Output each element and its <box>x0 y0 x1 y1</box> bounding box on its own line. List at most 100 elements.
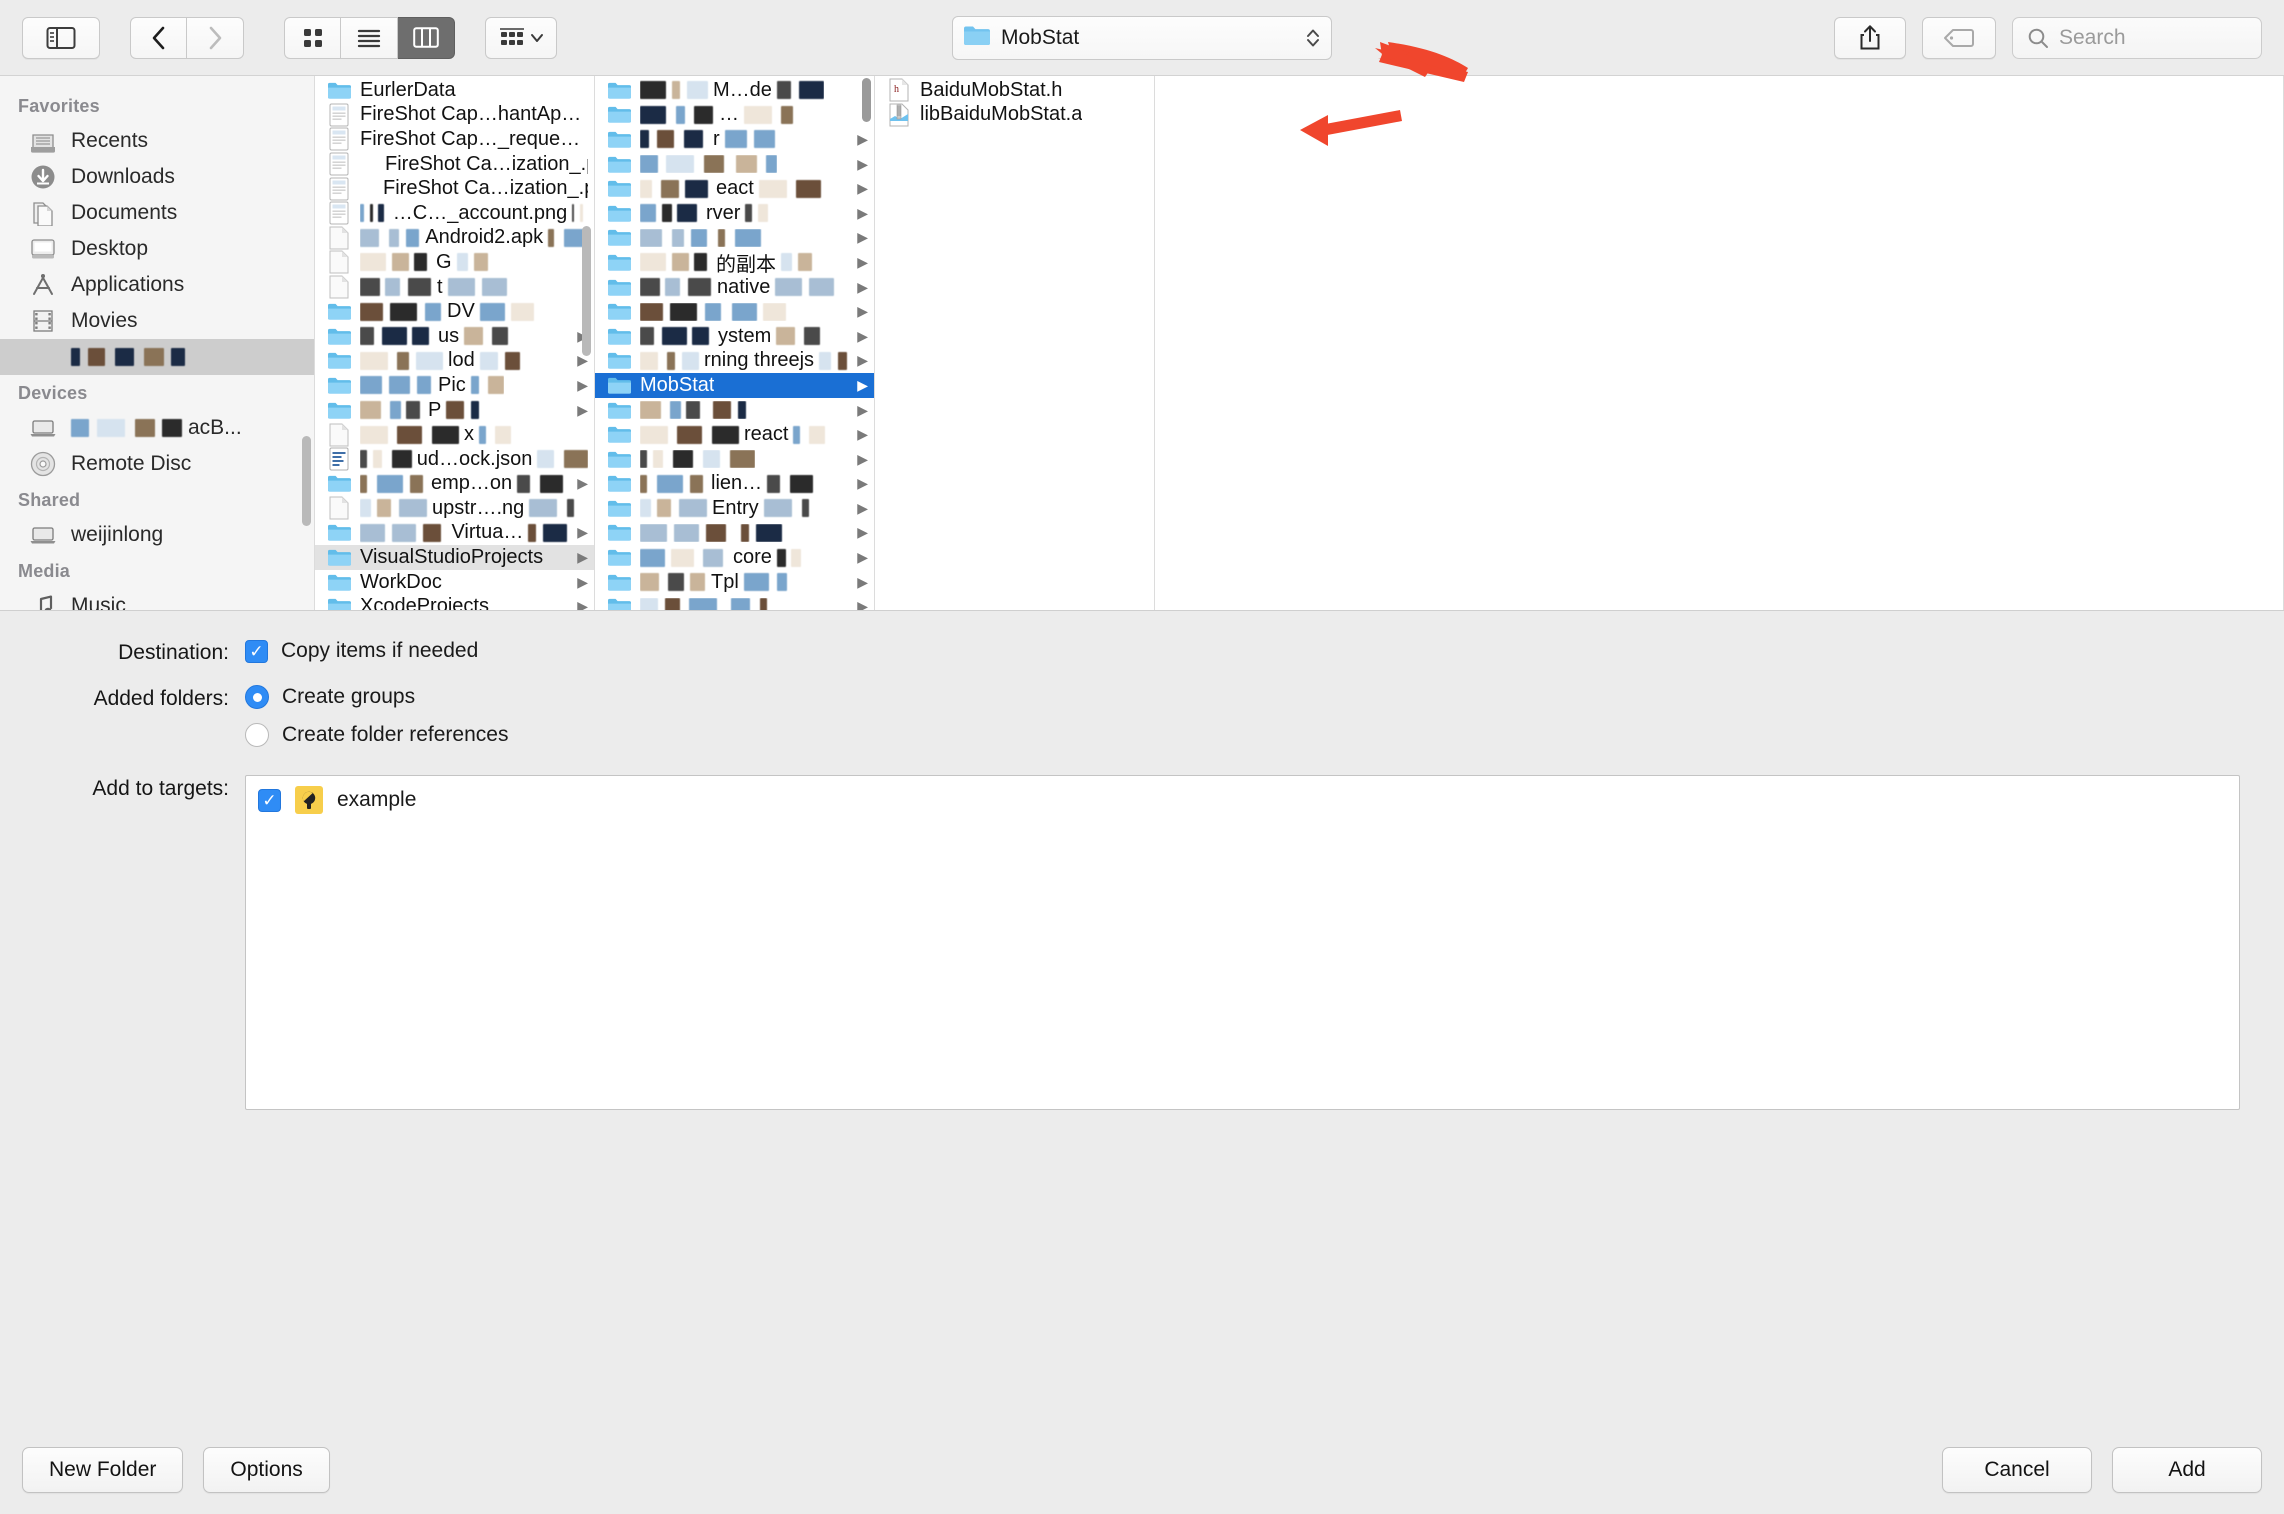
image-file-icon <box>327 127 351 151</box>
forward-button[interactable] <box>187 16 244 59</box>
browser-column-4[interactable] <box>1155 76 2284 610</box>
icon-view-button[interactable] <box>284 16 341 59</box>
col1-row-us[interactable]: us ▶ <box>315 324 594 349</box>
col1-row-fireshot-ca-ization-png[interactable]: FireShot Ca…ization_.png <box>315 176 594 201</box>
col1-row-c-account-png[interactable]: …C…_account.png <box>315 201 594 226</box>
col1-row-xcodeprojects[interactable]: XcodeProjects ▶ <box>315 594 594 610</box>
col1-row-fireshot-cap-hantapp-png[interactable]: FireShot Cap…hantApp.png <box>315 103 594 128</box>
col2-row-item[interactable]: ▶ <box>595 521 874 546</box>
col2-row-react[interactable]: react ▶ <box>595 422 874 447</box>
sidebar-item-acb[interactable]: acB... <box>0 410 314 446</box>
col1-row-lod[interactable]: lod ▶ <box>315 349 594 374</box>
col2-row-rver[interactable]: rver ▶ <box>595 201 874 226</box>
sidebar-item-recents[interactable]: Recents <box>0 123 314 159</box>
col2-row-item[interactable]: ▶ <box>595 299 874 324</box>
create-folder-references-radio[interactable] <box>245 723 269 747</box>
back-button[interactable] <box>130 16 187 59</box>
create-groups-radio[interactable] <box>245 685 269 709</box>
browser-column-2[interactable]: M…de … r ▶ ▶ eact ▶ rver ▶ ▶ 的副本 ▶ nativ… <box>595 76 875 610</box>
options-button[interactable]: Options <box>203 1447 330 1493</box>
col2-row-mobstat[interactable]: MobStat ▶ <box>595 373 874 398</box>
target-row[interactable]: ✓ example <box>258 786 2227 814</box>
col1-row-android2-apk[interactable]: Android2.apk <box>315 226 594 251</box>
col1-row-virtua[interactable]: Virtua… ▶ <box>315 521 594 546</box>
sidebar-item-item[interactable] <box>0 339 314 375</box>
sidebar-item-weijinlong[interactable]: weijinlong <box>0 517 314 553</box>
col2-row-item[interactable]: ▶ <box>595 594 874 610</box>
col3-row-libbaidumobstat-a[interactable]: libBaiduMobStat.a <box>875 103 1154 128</box>
col2-row-rning-threejs[interactable]: rning threejs ▶ <box>595 349 874 374</box>
copy-items-checkbox[interactable]: ✓ <box>245 639 268 663</box>
target-checkbox[interactable]: ✓ <box>258 788 281 812</box>
col2-row-item[interactable]: ▶ <box>595 398 874 423</box>
folder-icon <box>607 523 631 542</box>
folder-icon <box>607 179 631 198</box>
sidebar-item-applications[interactable]: Applications <box>0 267 314 303</box>
tag-button[interactable] <box>1922 16 1996 59</box>
redacted-label: Entry <box>640 497 812 520</box>
targets-list[interactable]: ✓ example <box>245 775 2240 1110</box>
col2-row-m-de[interactable]: M…de <box>595 78 874 103</box>
column2-scrollbar[interactable] <box>862 78 871 122</box>
col3-row-baidumobstat-h[interactable]: h BaiduMobStat.h <box>875 78 1154 103</box>
col2-row-的副本[interactable]: 的副本 ▶ <box>595 250 874 276</box>
create-groups-radio-row[interactable]: Create groups <box>245 685 508 709</box>
col1-row-t[interactable]: t <box>315 275 594 300</box>
col2-row-r[interactable]: r ▶ <box>595 127 874 152</box>
copy-items-checkbox-row[interactable]: ✓ Copy items if needed <box>245 639 478 663</box>
col1-row-ud-ock-json[interactable]: ud…ock.json <box>315 447 594 472</box>
col2-row-core[interactable]: core ▶ <box>595 545 874 570</box>
column1-scrollbar[interactable] <box>582 226 591 356</box>
col2-row-ystem[interactable]: ystem ▶ <box>595 324 874 349</box>
col2-row-row-1[interactable]: … <box>595 103 874 128</box>
arrange-button[interactable] <box>485 16 557 59</box>
browser-column-3[interactable]: h BaiduMobStat.h libBaiduMobStat.a <box>875 76 1155 610</box>
share-button[interactable] <box>1834 16 1906 59</box>
add-button[interactable]: Add <box>2112 1447 2262 1493</box>
redacted-label: r <box>640 128 777 151</box>
col1-row-visualstudioprojects[interactable]: VisualStudioProjects ▶ <box>315 545 594 570</box>
folder-icon <box>607 81 631 100</box>
new-folder-button[interactable]: New Folder <box>22 1447 184 1493</box>
sidebar-item-downloads[interactable]: Downloads <box>0 159 314 195</box>
col1-row-fireshot-ca-ization-png[interactable]: FireShot Ca…ization_.png <box>315 152 594 177</box>
target-name: example <box>337 788 417 811</box>
folder-icon <box>327 523 351 542</box>
sidebar-item-music[interactable]: Music <box>0 588 314 610</box>
path-popup-button[interactable]: MobStat <box>952 15 1332 60</box>
sidebar-item-movies[interactable]: Movies <box>0 303 314 339</box>
col1-row-dv[interactable]: DV <box>315 299 594 324</box>
col1-row-emp-on[interactable]: emp…on ▶ <box>315 472 594 497</box>
sidebar-scrollbar[interactable] <box>302 436 311 526</box>
column-view-button[interactable] <box>398 16 455 59</box>
col1-row-g[interactable]: G <box>315 250 594 275</box>
folder-icon <box>327 597 351 610</box>
redacted-label <box>640 302 790 321</box>
col2-row-item[interactable]: ▶ <box>595 447 874 472</box>
search-input[interactable]: Search <box>2012 16 2262 59</box>
col2-row-lien[interactable]: lien… ▶ <box>595 472 874 497</box>
list-view-button[interactable] <box>341 16 398 59</box>
browser-column-1[interactable]: EurlerData FireShot Cap…hantApp.png Fire… <box>315 76 595 610</box>
col1-row-eurlerdata[interactable]: EurlerData <box>315 78 594 103</box>
sidebar[interactable]: Favorites Recents Downloads Documents De… <box>0 76 315 610</box>
col2-row-tpl[interactable]: Tpl ▶ <box>595 570 874 595</box>
cancel-button[interactable]: Cancel <box>1942 1447 2092 1493</box>
col2-row-item[interactable]: ▶ <box>595 152 874 177</box>
sidebar-item-documents[interactable]: Documents <box>0 195 314 231</box>
col1-row-workdoc[interactable]: WorkDoc ▶ <box>315 570 594 595</box>
sidebar-item-remote-disc[interactable]: Remote Disc <box>0 446 314 482</box>
create-folder-references-radio-row[interactable]: Create folder references <box>245 723 508 747</box>
laptop-icon <box>28 522 58 548</box>
col1-row-p[interactable]: P ▶ <box>315 398 594 423</box>
col1-row-fireshot-cap-request-png[interactable]: FireShot Cap…_request.png <box>315 127 594 152</box>
col2-row-item[interactable]: ▶ <box>595 226 874 251</box>
col1-row-x[interactable]: x <box>315 422 594 447</box>
col2-row-native[interactable]: native ▶ <box>595 275 874 300</box>
col1-row-pic[interactable]: Pic ▶ <box>315 373 594 398</box>
col2-row-eact[interactable]: eact ▶ <box>595 176 874 201</box>
col2-row-entry[interactable]: Entry ▶ <box>595 496 874 521</box>
sidebar-item-desktop[interactable]: Desktop <box>0 231 314 267</box>
col1-row-upstr-ng[interactable]: upstr….ng <box>315 496 594 521</box>
sidebar-toggle-button[interactable] <box>22 16 100 59</box>
